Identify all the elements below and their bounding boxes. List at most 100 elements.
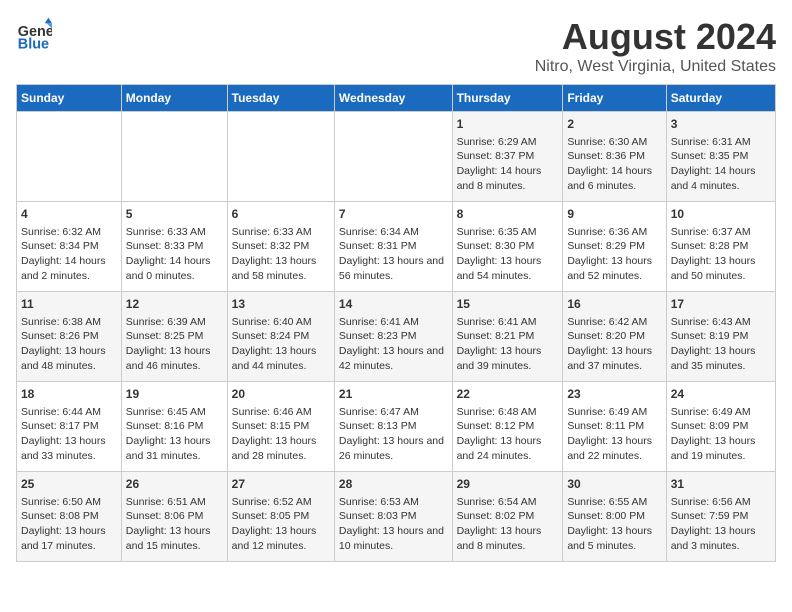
day-info: Sunrise: 6:44 AM: [21, 405, 117, 420]
column-header-tuesday: Tuesday: [227, 85, 334, 112]
day-info: Daylight: 13 hours and 12 minutes.: [232, 524, 330, 553]
day-info: Daylight: 13 hours and 58 minutes.: [232, 254, 330, 283]
day-info: Sunrise: 6:34 AM: [339, 225, 448, 240]
calendar-cell: 26Sunrise: 6:51 AMSunset: 8:06 PMDayligh…: [121, 472, 227, 562]
day-info: Daylight: 14 hours and 4 minutes.: [671, 164, 771, 193]
day-info: Sunset: 8:13 PM: [339, 419, 448, 434]
day-number: 3: [671, 116, 771, 133]
day-info: Daylight: 13 hours and 31 minutes.: [126, 434, 223, 463]
day-info: Sunrise: 6:31 AM: [671, 135, 771, 150]
day-info: Daylight: 13 hours and 48 minutes.: [21, 344, 117, 373]
day-info: Sunrise: 6:55 AM: [567, 495, 661, 510]
day-info: Daylight: 13 hours and 17 minutes.: [21, 524, 117, 553]
day-number: 21: [339, 386, 448, 403]
calendar-cell: 14Sunrise: 6:41 AMSunset: 8:23 PMDayligh…: [334, 292, 452, 382]
day-info: Sunset: 8:25 PM: [126, 329, 223, 344]
calendar-cell: 18Sunrise: 6:44 AMSunset: 8:17 PMDayligh…: [17, 382, 122, 472]
calendar-cell: [121, 112, 227, 202]
day-info: Sunset: 8:06 PM: [126, 509, 223, 524]
day-info: Daylight: 13 hours and 3 minutes.: [671, 524, 771, 553]
day-info: Sunset: 8:37 PM: [457, 149, 559, 164]
day-info: Sunrise: 6:52 AM: [232, 495, 330, 510]
day-number: 9: [567, 206, 661, 223]
day-number: 14: [339, 296, 448, 313]
day-info: Daylight: 13 hours and 52 minutes.: [567, 254, 661, 283]
week-row-5: 25Sunrise: 6:50 AMSunset: 8:08 PMDayligh…: [17, 472, 776, 562]
day-number: 6: [232, 206, 330, 223]
calendar-cell: 29Sunrise: 6:54 AMSunset: 8:02 PMDayligh…: [452, 472, 563, 562]
day-info: Daylight: 13 hours and 26 minutes.: [339, 434, 448, 463]
day-info: Sunrise: 6:41 AM: [339, 315, 448, 330]
day-info: Sunset: 8:12 PM: [457, 419, 559, 434]
calendar-cell: 9Sunrise: 6:36 AMSunset: 8:29 PMDaylight…: [563, 202, 666, 292]
logo: General Blue: [16, 16, 52, 52]
day-info: Sunrise: 6:51 AM: [126, 495, 223, 510]
day-info: Sunset: 8:02 PM: [457, 509, 559, 524]
day-info: Sunset: 8:23 PM: [339, 329, 448, 344]
calendar-cell: 25Sunrise: 6:50 AMSunset: 8:08 PMDayligh…: [17, 472, 122, 562]
calendar-cell: 11Sunrise: 6:38 AMSunset: 8:26 PMDayligh…: [17, 292, 122, 382]
day-info: Sunset: 8:30 PM: [457, 239, 559, 254]
day-info: Sunset: 8:32 PM: [232, 239, 330, 254]
calendar-cell: 21Sunrise: 6:47 AMSunset: 8:13 PMDayligh…: [334, 382, 452, 472]
column-header-sunday: Sunday: [17, 85, 122, 112]
calendar-header: SundayMondayTuesdayWednesdayThursdayFrid…: [17, 85, 776, 112]
page-header: General Blue August 2024 Nitro, West Vir…: [16, 16, 776, 76]
day-number: 16: [567, 296, 661, 313]
calendar-cell: 17Sunrise: 6:43 AMSunset: 8:19 PMDayligh…: [666, 292, 775, 382]
calendar-cell: 28Sunrise: 6:53 AMSunset: 8:03 PMDayligh…: [334, 472, 452, 562]
day-info: Daylight: 13 hours and 24 minutes.: [457, 434, 559, 463]
day-number: 5: [126, 206, 223, 223]
day-info: Daylight: 14 hours and 8 minutes.: [457, 164, 559, 193]
day-number: 29: [457, 476, 559, 493]
day-info: Daylight: 13 hours and 33 minutes.: [21, 434, 117, 463]
day-info: Sunrise: 6:42 AM: [567, 315, 661, 330]
calendar-cell: 23Sunrise: 6:49 AMSunset: 8:11 PMDayligh…: [563, 382, 666, 472]
column-header-saturday: Saturday: [666, 85, 775, 112]
column-header-friday: Friday: [563, 85, 666, 112]
day-info: Sunrise: 6:30 AM: [567, 135, 661, 150]
calendar-cell: 27Sunrise: 6:52 AMSunset: 8:05 PMDayligh…: [227, 472, 334, 562]
day-info: Sunset: 8:17 PM: [21, 419, 117, 434]
day-info: Sunset: 8:16 PM: [126, 419, 223, 434]
day-info: Sunrise: 6:49 AM: [567, 405, 661, 420]
day-info: Sunset: 8:35 PM: [671, 149, 771, 164]
calendar-cell: 4Sunrise: 6:32 AMSunset: 8:34 PMDaylight…: [17, 202, 122, 292]
day-info: Sunset: 8:05 PM: [232, 509, 330, 524]
day-info: Daylight: 13 hours and 44 minutes.: [232, 344, 330, 373]
day-number: 4: [21, 206, 117, 223]
column-header-thursday: Thursday: [452, 85, 563, 112]
day-number: 19: [126, 386, 223, 403]
calendar-cell: 7Sunrise: 6:34 AMSunset: 8:31 PMDaylight…: [334, 202, 452, 292]
day-number: 23: [567, 386, 661, 403]
day-number: 30: [567, 476, 661, 493]
calendar-cell: 15Sunrise: 6:41 AMSunset: 8:21 PMDayligh…: [452, 292, 563, 382]
column-header-monday: Monday: [121, 85, 227, 112]
day-number: 10: [671, 206, 771, 223]
day-number: 26: [126, 476, 223, 493]
day-info: Sunrise: 6:41 AM: [457, 315, 559, 330]
day-info: Sunrise: 6:33 AM: [126, 225, 223, 240]
day-info: Sunrise: 6:33 AM: [232, 225, 330, 240]
week-row-4: 18Sunrise: 6:44 AMSunset: 8:17 PMDayligh…: [17, 382, 776, 472]
day-number: 22: [457, 386, 559, 403]
day-info: Daylight: 14 hours and 2 minutes.: [21, 254, 117, 283]
day-info: Sunrise: 6:35 AM: [457, 225, 559, 240]
day-info: Sunrise: 6:49 AM: [671, 405, 771, 420]
day-info: Sunset: 8:08 PM: [21, 509, 117, 524]
calendar-cell: 13Sunrise: 6:40 AMSunset: 8:24 PMDayligh…: [227, 292, 334, 382]
day-info: Sunset: 8:00 PM: [567, 509, 661, 524]
day-info: Daylight: 13 hours and 35 minutes.: [671, 344, 771, 373]
day-info: Sunrise: 6:32 AM: [21, 225, 117, 240]
day-info: Sunrise: 6:38 AM: [21, 315, 117, 330]
day-info: Sunset: 8:20 PM: [567, 329, 661, 344]
day-info: Sunset: 8:21 PM: [457, 329, 559, 344]
subtitle: Nitro, West Virginia, United States: [535, 58, 776, 76]
calendar-cell: 24Sunrise: 6:49 AMSunset: 8:09 PMDayligh…: [666, 382, 775, 472]
calendar-cell: 3 Sunrise: 6:31 AMSunset: 8:35 PMDaylight…: [666, 112, 775, 202]
day-info: Sunset: 8:26 PM: [21, 329, 117, 344]
day-info: Sunrise: 6:46 AM: [232, 405, 330, 420]
day-number: 20: [232, 386, 330, 403]
day-number: 7: [339, 206, 448, 223]
day-info: Daylight: 14 hours and 6 minutes.: [567, 164, 661, 193]
